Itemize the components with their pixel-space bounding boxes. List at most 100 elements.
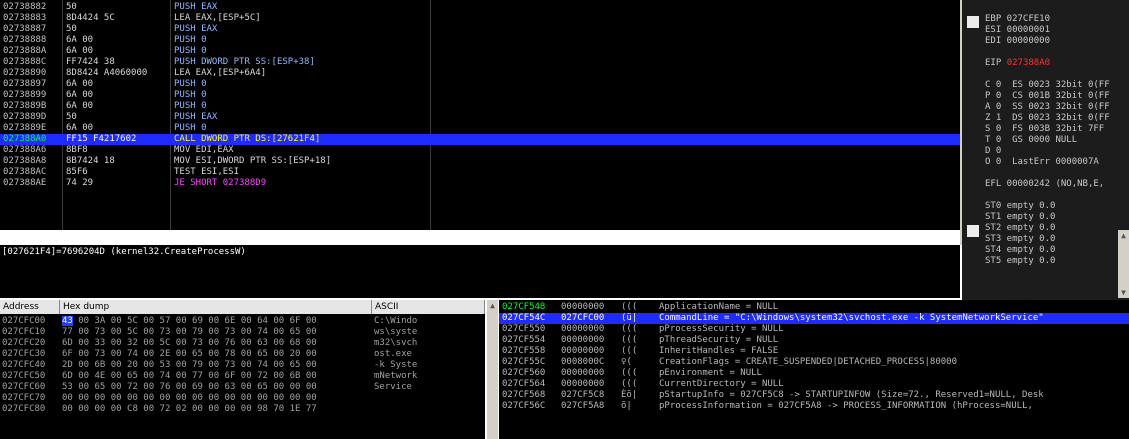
disasm-row[interactable]: 027388A8 8B7424 18 MOV ESI,DWORD PTR SS:[E… bbox=[0, 156, 960, 167]
stack-row[interactable]: 027CF558 00000000 (((InheritHandles = FALS… bbox=[499, 346, 1129, 357]
stack-pane[interactable]: 027CF548 00000000 (((ApplicationName = NUL… bbox=[499, 300, 1129, 439]
disasm-row[interactable]: 0273889D 50 PUSH EAX bbox=[0, 112, 960, 123]
disasm-instruction: LEA EAX,[ESP+5C] bbox=[174, 13, 261, 23]
disasm-row[interactable]: 0273888A 6A 00 PUSH 0 bbox=[0, 46, 960, 57]
disasm-row[interactable]: 027388A0 FF15 F4217602 CALL DWORD PTR DS:[… bbox=[0, 134, 960, 145]
disasm-instruction: PUSH 0 bbox=[174, 79, 207, 89]
column-header-hex[interactable]: Hex dump bbox=[60, 300, 372, 314]
disasm-row[interactable]: 02738887 50 PUSH EAX bbox=[0, 24, 960, 35]
disasm-row[interactable]: 0273889E 6A 00 PUSH 0 bbox=[0, 123, 960, 134]
stack-row[interactable]: 027CF550 00000000 (((pProcessSecurity = NU… bbox=[499, 324, 1129, 335]
stack-chars: ((( bbox=[621, 324, 638, 334]
dump-row[interactable]: 027CFC30 6F 00 73 00 74 00 2E 00 65 00 78… bbox=[0, 349, 485, 360]
dump-hex-bytes: 00 3A 00 5C 00 57 00 69 00 6E 00 64 00 6… bbox=[72, 316, 317, 326]
disasm-row[interactable]: 027388AC 85F6 TEST ESI,ESI bbox=[0, 167, 960, 178]
disassembly-pane[interactable]: 02738882 50 PUSH EAX 02738883 8D4424 5C LEA E… bbox=[0, 0, 960, 230]
disasm-row[interactable]: 0273888C FF7424 38 PUSH DWORD PTR SS:[ESP+… bbox=[0, 57, 960, 68]
dump-scrollbar[interactable]: ▲ bbox=[487, 300, 498, 439]
stack-row[interactable]: 027CF568 027CF5C8 Èõ| pStartupInfo = 027CF5… bbox=[499, 390, 1129, 401]
disasm-row[interactable]: 02738882 50 PUSH EAX bbox=[0, 2, 960, 13]
scroll-down-icon[interactable]: ▼ bbox=[1119, 288, 1128, 297]
stack-value: 00000000 bbox=[561, 379, 605, 389]
fpu-scrollbar[interactable]: ▲ ▼ bbox=[1118, 230, 1129, 298]
dump-address: 027CFC00 bbox=[2, 316, 46, 326]
dump-address: 027CFC80 bbox=[2, 404, 46, 414]
disasm-bytes: 50 bbox=[66, 2, 77, 12]
disasm-row[interactable]: 02738888 6A 00 PUSH 0 bbox=[0, 35, 960, 46]
stack-value: 00000000 bbox=[561, 335, 605, 345]
stack-comment: pStartupInfo = 027CF5C8 -> STARTUPINFOW … bbox=[659, 390, 1044, 400]
disasm-row[interactable]: 02738897 6A 00 PUSH 0 bbox=[0, 79, 960, 90]
dump-hex-bytes: 6D 00 4E 00 65 00 74 00 77 00 6F 00 72 0… bbox=[62, 371, 317, 381]
disasm-row[interactable]: 02738890 8D8424 A4060000 LEA EAX,[ESP+6A4] bbox=[0, 68, 960, 79]
dump-row[interactable]: 027CFC40 2D 00 6B 00 20 00 53 00 79 00 73… bbox=[0, 360, 485, 371]
disasm-row[interactable]: 027388AE 74 29 JE SHORT 027388D9 bbox=[0, 178, 960, 189]
dump-address: 027CFC40 bbox=[2, 360, 46, 370]
stack-row[interactable]: 027CF56C 027CF5A8 õ| pProcessInformation = … bbox=[499, 401, 1129, 412]
disasm-bytes: FF7424 38 bbox=[66, 57, 115, 67]
dump-hex: 6D 00 4E 00 65 00 74 00 77 00 6F 00 72 0… bbox=[62, 371, 317, 382]
disasm-bytes: 6A 00 bbox=[66, 46, 94, 56]
register-scroll-box[interactable] bbox=[967, 16, 979, 28]
stack-chars: (ü| bbox=[621, 313, 638, 323]
register-line: ST3 empty 0.0 bbox=[985, 234, 1056, 244]
stack-comment: InheritHandles = FALSE bbox=[659, 346, 779, 356]
dump-hex-bytes: 2D 00 6B 00 20 00 53 00 79 00 73 00 74 0… bbox=[62, 360, 317, 370]
disasm-instruction: PUSH 0 bbox=[174, 123, 207, 133]
register-line: EFL 00000242 (NO,NB,E, bbox=[985, 179, 1105, 189]
scroll-up-icon[interactable]: ▲ bbox=[1119, 231, 1128, 240]
stack-value: 00000000 bbox=[561, 368, 605, 378]
dump-row[interactable]: 027CFC70 00 00 00 00 00 00 00 00 00 00 00… bbox=[0, 393, 485, 404]
stack-row[interactable]: 027CF548 00000000 (((ApplicationName = NUL… bbox=[499, 302, 1129, 313]
disasm-row[interactable]: 0273889B 6A 00 PUSH 0 bbox=[0, 101, 960, 112]
disasm-instruction: PUSH EAX bbox=[174, 2, 218, 12]
dump-ascii: -k Syste bbox=[374, 360, 418, 370]
disasm-bytes: 50 bbox=[66, 24, 77, 34]
disasm-instruction: CALL DWORD PTR DS:[27621F4] bbox=[174, 134, 321, 144]
stack-address: 027CF560 bbox=[502, 368, 546, 378]
disasm-row[interactable]: 02738883 8D4424 5C LEA EAX,[ESP+5C] bbox=[0, 13, 960, 24]
disasm-address: 0273889B bbox=[3, 101, 47, 111]
column-header-address[interactable]: Address bbox=[0, 300, 60, 314]
register-line: S 0 FS 003B 32bit 7FF bbox=[985, 124, 1105, 134]
dump-ascii: ost.exe bbox=[374, 349, 418, 359]
stack-row[interactable]: 027CF560 00000000 (((pEnvironment = NULL bbox=[499, 368, 1129, 379]
scroll-up-icon[interactable]: ▲ bbox=[488, 301, 497, 310]
disasm-bytes: 50 bbox=[66, 112, 77, 122]
registers-pane[interactable]: EBP 027CFE10 ESI 00000001 EDI 00000000 EIP … bbox=[962, 0, 1129, 300]
register-line: EBP 027CFE10 bbox=[985, 14, 1051, 24]
disasm-address: 02738897 bbox=[3, 79, 47, 89]
stack-chars: ♀( bbox=[621, 357, 632, 367]
column-header-ascii[interactable]: ASCII bbox=[372, 300, 485, 314]
stack-row[interactable]: 027CF54C 027CFC00 (ü| CommandLine = "C:\Win… bbox=[499, 313, 1129, 324]
stack-chars: ((( bbox=[621, 335, 638, 345]
stack-row[interactable]: 027CF55C 0008000C ♀(CreationFlags = CREATE… bbox=[499, 357, 1129, 368]
stack-value: 0008000C bbox=[561, 357, 605, 367]
stack-comment: pThreadSecurity = NULL bbox=[659, 335, 779, 345]
disasm-row[interactable]: 027388A6 8BF8 MOV EDI,EAX bbox=[0, 145, 960, 156]
stack-row[interactable]: 027CF564 00000000 (((CurrentDirectory = NU… bbox=[499, 379, 1129, 390]
disasm-row[interactable]: 02738899 6A 00 PUSH 0 bbox=[0, 90, 960, 101]
eip-value[interactable]: 027388A0 bbox=[1007, 58, 1050, 68]
disasm-address: 027388A8 bbox=[3, 156, 47, 166]
dump-ascii: Service bbox=[374, 382, 412, 392]
dump-row[interactable]: 027CFC20 6D 00 33 00 32 00 5C 00 73 00 76… bbox=[0, 338, 485, 349]
fpu-scroll-box[interactable] bbox=[967, 225, 979, 237]
dump-row[interactable]: 027CFC50 6D 00 4E 00 65 00 74 00 77 00 6F… bbox=[0, 371, 485, 382]
dump-row[interactable]: 027CFC80 00 00 00 00 C8 00 72 02 00 00 00… bbox=[0, 404, 485, 415]
dump-row[interactable]: 027CFC00 43 00 3A 00 5C 00 57 00 69 00 6E… bbox=[0, 316, 485, 327]
dump-address: 027CFC10 bbox=[2, 327, 46, 337]
hex-dump-pane[interactable]: Address Hex dump ASCII 027CFC00 43 00 3A … bbox=[0, 300, 485, 439]
dump-row[interactable]: 027CFC10 77 00 73 00 5C 00 73 00 79 00 73… bbox=[0, 327, 485, 338]
register-line: O 0 LastErr 0000007A bbox=[985, 157, 1099, 167]
info-pane: [027621F4]=7696204D (kernel32.CreateProc… bbox=[0, 245, 960, 298]
stack-row[interactable]: 027CF554 00000000 (((pThreadSecurity = NUL… bbox=[499, 335, 1129, 346]
stack-comment: ApplicationName = NULL bbox=[659, 302, 779, 312]
info-line: [027621F4]=7696204D (kernel32.CreateProc… bbox=[2, 247, 246, 257]
disasm-instruction: MOV ESI,DWORD PTR SS:[ESP+18] bbox=[174, 156, 332, 166]
dump-row[interactable]: 027CFC60 53 00 65 00 72 00 76 00 69 00 63… bbox=[0, 382, 485, 393]
disasm-bytes: 6A 00 bbox=[66, 101, 94, 111]
stack-comment: CommandLine = "C:\Windows\system32\svcho… bbox=[659, 313, 1044, 323]
selected-byte[interactable]: 43 bbox=[62, 316, 73, 326]
register-line: EIP 027388A0 bbox=[985, 58, 1051, 68]
